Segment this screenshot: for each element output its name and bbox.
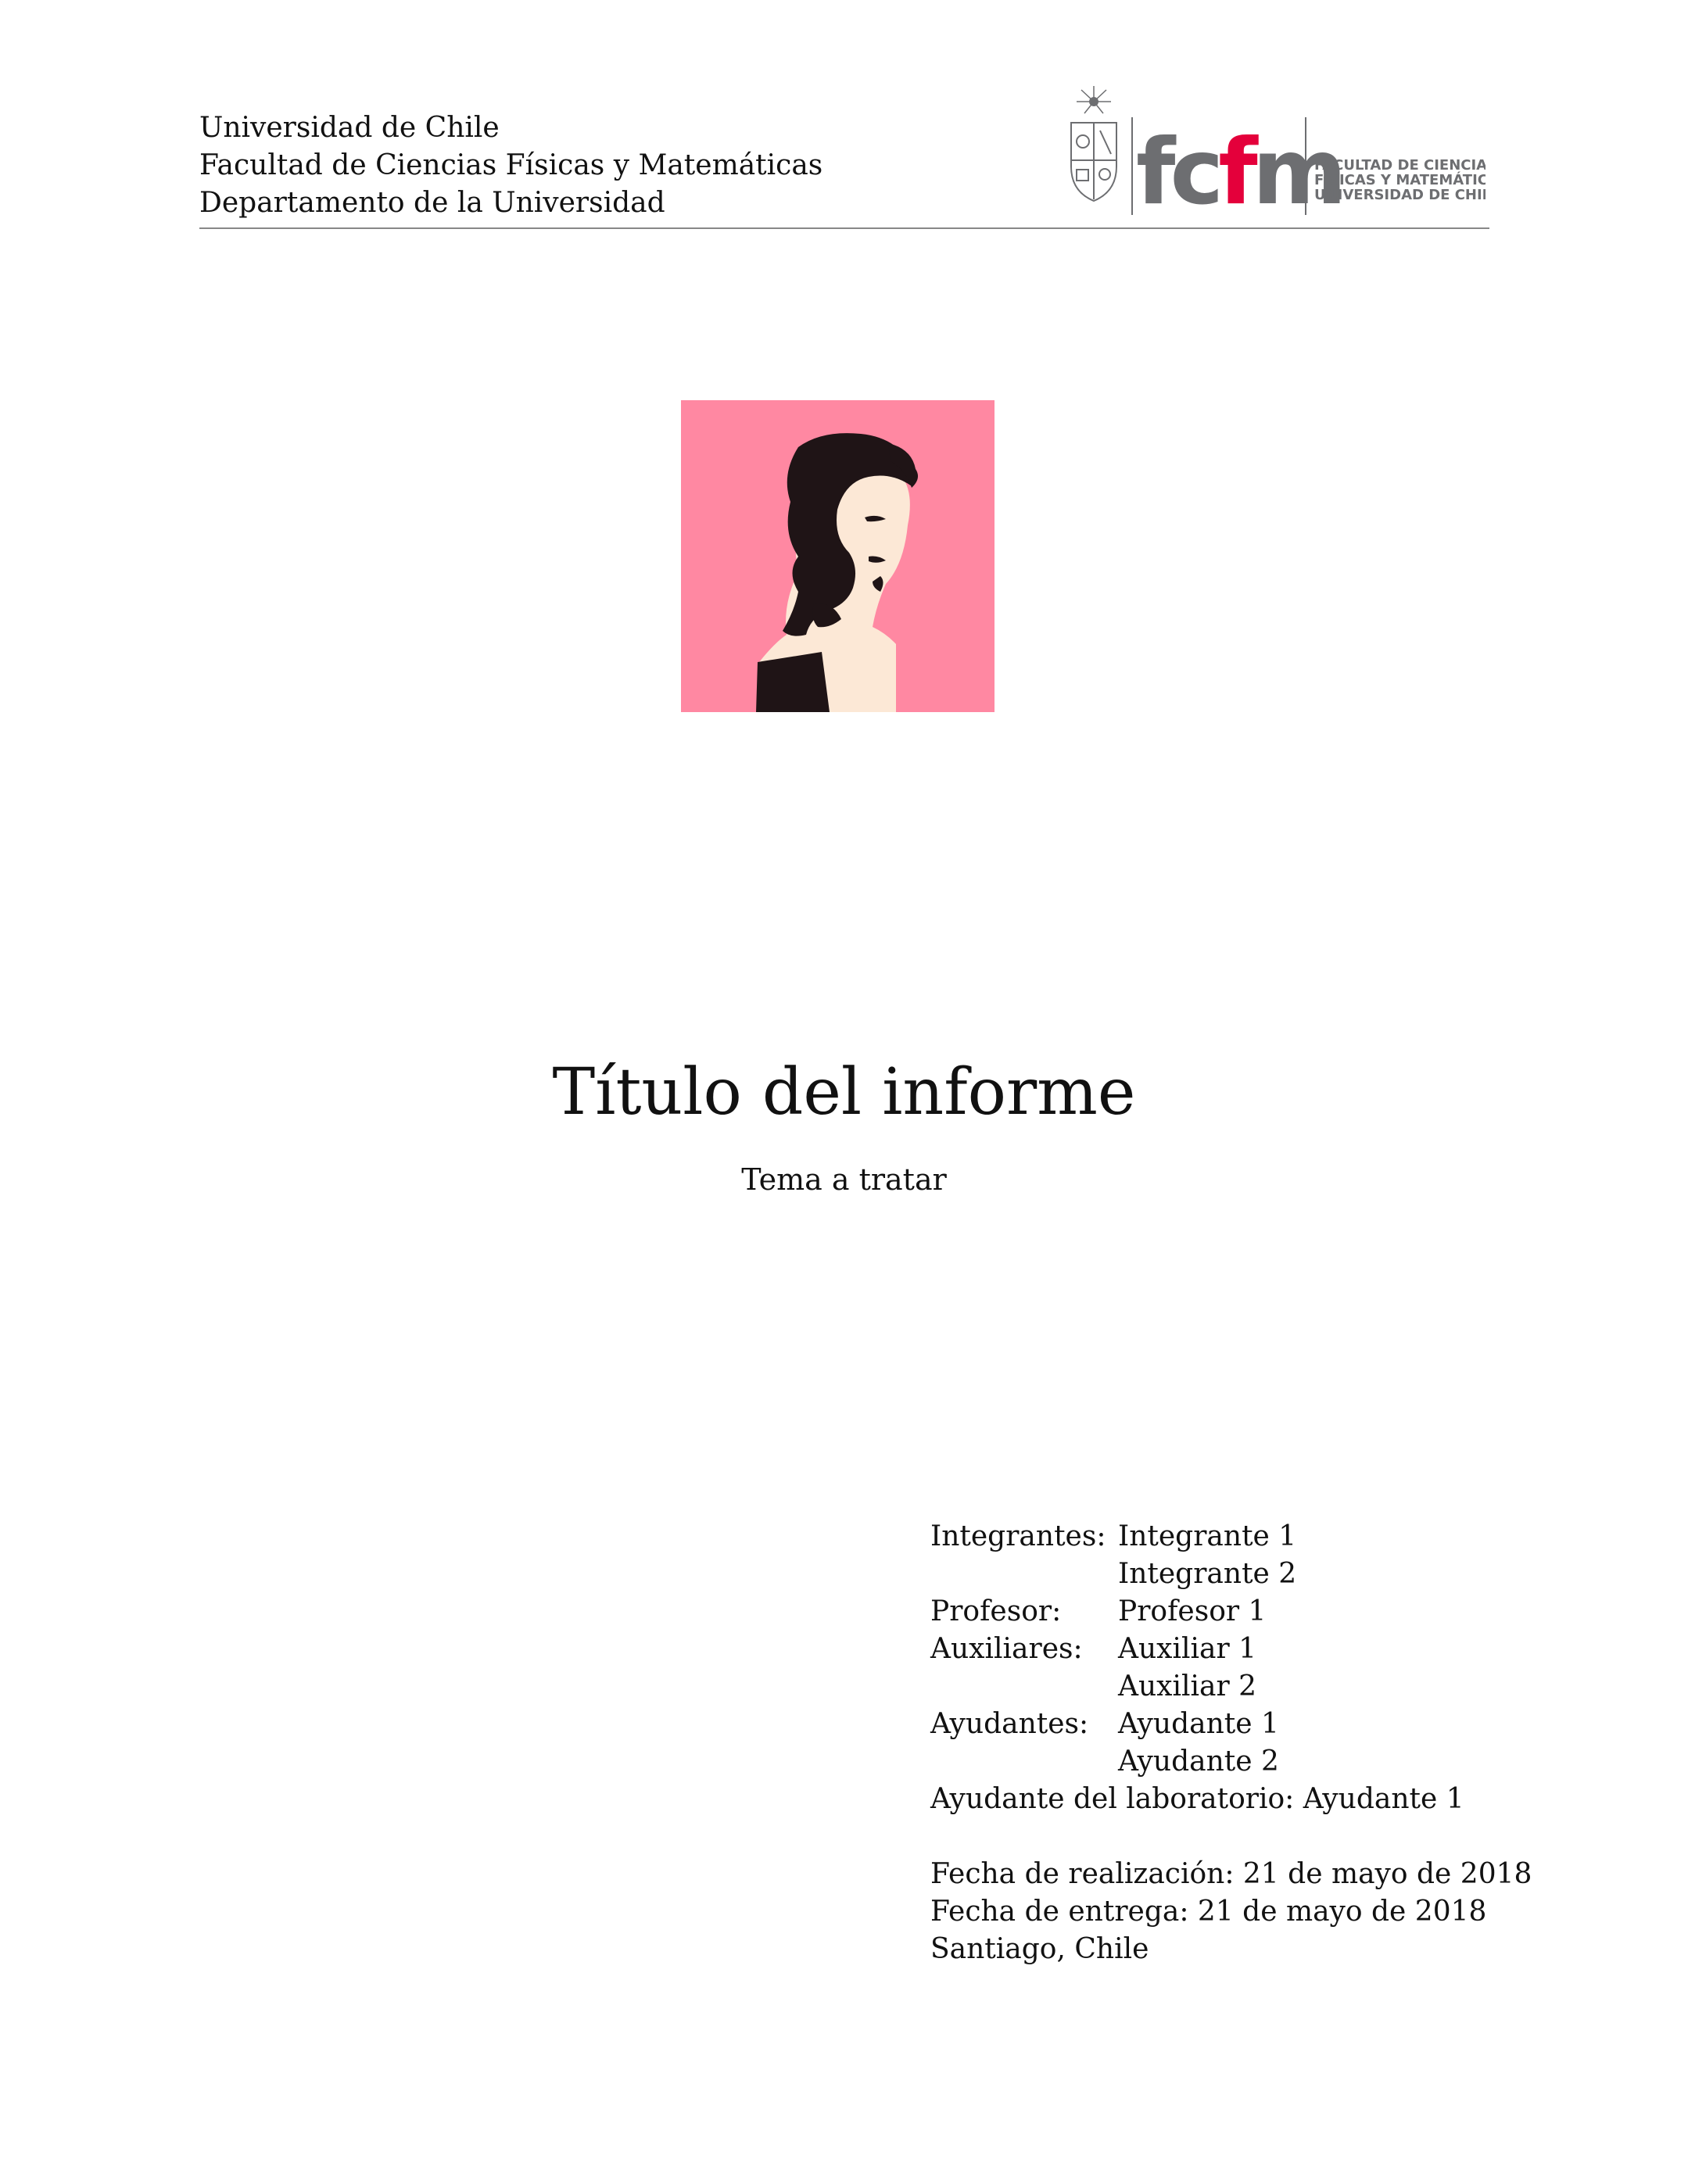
logo-text-line1: FACULTAD DE CIENCIAS (1314, 157, 1486, 174)
faculty-name: Facultad de Ciencias Físicas y Matemátic… (199, 149, 823, 181)
integrantes-label: Integrantes: (930, 1520, 1106, 1552)
integrantes-row-2: Integrante 2 (930, 1556, 1532, 1593)
auxiliares-row-2: Auxiliar 2 (930, 1668, 1532, 1706)
header-institution-block: Universidad de Chile Facultad de Ciencia… (199, 109, 822, 222)
fcfm-logo-graphic: fcfm FACULTAD DE CIENCIAS FÍSICAS Y MATE… (1070, 86, 1509, 225)
integrante-2: Integrante 2 (1118, 1558, 1297, 1590)
bust-portrait-illustration (681, 400, 995, 712)
department-name: Departamento de la Universidad (199, 187, 665, 219)
integrante-1: Integrante 1 (1118, 1520, 1297, 1552)
ayudante-laboratorio-line: Ayudante del laboratorio: Ayudante 1 (930, 1783, 1464, 1815)
auxiliares-label: Auxiliares: (930, 1633, 1083, 1665)
logo-text-line3: UNIVERSIDAD DE CHILE (1314, 187, 1486, 203)
logo-text-line2: FÍSICAS Y MATEMÁTICAS (1314, 171, 1486, 188)
fecha-entrega-line: Fecha de entrega: 21 de mayo de 2018 (930, 1896, 1487, 1928)
fcfm-wordmark: fcfm (1136, 120, 1342, 223)
ayudantes-label: Ayudantes: (930, 1708, 1089, 1740)
profesor-row: Profesor: Profesor 1 (930, 1593, 1532, 1631)
ayudante-1: Ayudante 1 (1118, 1708, 1279, 1740)
auxiliar-2: Auxiliar 2 (1118, 1670, 1257, 1702)
university-name: Universidad de Chile (199, 112, 500, 144)
ayudante-2: Ayudante 2 (1118, 1745, 1279, 1778)
ayudantes-row-2: Ayudante 2 (930, 1743, 1532, 1781)
fecha-realizacion-line: Fecha de realización: 21 de mayo de 2018 (930, 1858, 1532, 1890)
auxiliares-row: Auxiliares: Auxiliar 1 (930, 1631, 1532, 1668)
report-subtitle: Tema a tratar (741, 1162, 947, 1197)
report-title: Título del informe (552, 1055, 1136, 1130)
ayudantes-row: Ayudantes: Ayudante 1 (930, 1706, 1532, 1743)
header-divider (199, 227, 1489, 229)
profesor-value: Profesor 1 (1118, 1595, 1267, 1627)
fcfm-logo: fcfm FACULTAD DE CIENCIAS FÍSICAS Y MATE… (1067, 82, 1509, 225)
location-line: Santiago, Chile (930, 1933, 1149, 1965)
report-info-block: Integrantes: Integrante 1 Integrante 2 P… (930, 1518, 1532, 1968)
cover-illustration (681, 400, 995, 712)
auxiliar-1: Auxiliar 1 (1118, 1633, 1257, 1665)
university-crest-icon (1070, 86, 1117, 202)
integrantes-row: Integrantes: Integrante 1 (930, 1518, 1532, 1556)
profesor-label: Profesor: (930, 1595, 1062, 1627)
